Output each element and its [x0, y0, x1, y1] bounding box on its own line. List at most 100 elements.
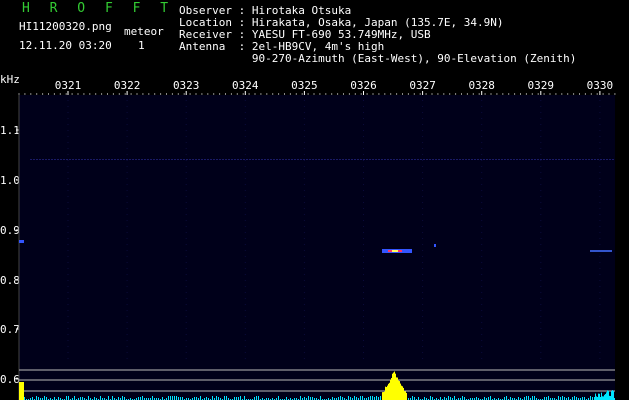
grid-dot	[67, 256, 69, 257]
carrier-trace	[297, 159, 299, 160]
carrier-trace	[321, 159, 323, 160]
carrier-trace	[480, 159, 482, 160]
carrier-trace	[585, 159, 587, 160]
noise-bar	[320, 396, 321, 400]
grid-dot	[599, 298, 601, 299]
grid-dot	[599, 190, 601, 191]
grid-dot	[422, 112, 424, 113]
grid-dot	[363, 154, 364, 155]
carrier-trace	[195, 159, 197, 160]
grid-dot	[244, 118, 246, 119]
carrier-trace	[33, 159, 35, 160]
carrier-trace	[135, 159, 137, 160]
grid-dot	[244, 256, 246, 257]
grid-dot	[126, 220, 128, 221]
noise-bar	[605, 393, 606, 400]
carrier-trace	[315, 159, 317, 160]
grid-dot	[363, 286, 364, 287]
grid-dot	[185, 250, 187, 251]
grid-dot	[422, 286, 424, 287]
carrier-trace	[171, 159, 173, 160]
carrier-trace	[303, 159, 305, 160]
grid-dot	[481, 226, 483, 227]
carrier-trace	[591, 159, 593, 160]
grid-dot	[540, 250, 542, 251]
grid-dot	[481, 292, 483, 293]
grid-dot	[422, 124, 424, 125]
carrier-trace	[390, 159, 392, 160]
noise-bar	[224, 396, 225, 400]
carrier-trace	[63, 159, 65, 160]
carrier-trace	[609, 159, 611, 160]
grid-dot	[244, 196, 246, 197]
signal-burst	[400, 383, 401, 400]
grid-dot	[481, 274, 483, 275]
grid-dot	[67, 304, 69, 305]
grid-dot	[481, 334, 483, 335]
grid-dot	[126, 322, 128, 323]
grid-dot	[303, 190, 305, 191]
grid-dot	[599, 310, 601, 311]
grid-dot	[363, 352, 364, 353]
carrier-trace	[333, 159, 335, 160]
grid-dot	[422, 238, 424, 239]
grid-dot	[244, 346, 246, 347]
grid-dot	[422, 250, 424, 251]
grid-dot	[126, 130, 128, 131]
grid-dot	[599, 124, 601, 125]
noise-bar	[172, 396, 173, 400]
grid-dot	[540, 238, 542, 239]
noise-bar	[612, 390, 613, 400]
grid-dot	[185, 316, 187, 317]
carrier-trace	[219, 159, 221, 160]
grid-dot	[67, 148, 69, 149]
grid-dot	[599, 280, 601, 281]
carrier-trace	[246, 159, 248, 160]
x-tick-label: 0327	[409, 79, 436, 92]
grid-dot	[185, 268, 187, 269]
carrier-trace	[120, 159, 122, 160]
grid-dot	[481, 142, 483, 143]
carrier-trace	[54, 159, 56, 160]
grid-dot	[540, 286, 542, 287]
carrier-trace	[306, 159, 308, 160]
grid-dot	[303, 280, 305, 281]
grid-dot	[185, 262, 187, 263]
grid-dot	[303, 334, 305, 335]
grid-dot	[363, 184, 364, 185]
carrier-trace	[165, 159, 167, 160]
carrier-trace	[414, 159, 416, 160]
grid-dot	[303, 358, 305, 359]
grid-dot	[422, 130, 424, 131]
grid-dot	[185, 136, 187, 137]
grid-dot	[126, 256, 128, 257]
carrier-trace	[360, 159, 362, 160]
noise-bar	[562, 396, 563, 400]
grid-dot	[185, 124, 187, 125]
noise-bar	[278, 396, 279, 400]
carrier-trace	[225, 159, 227, 160]
carrier-trace	[471, 159, 473, 160]
grid-dot	[303, 226, 305, 227]
grid-dot	[244, 292, 246, 293]
grid-dot	[185, 328, 187, 329]
grid-dot	[363, 160, 364, 161]
grid-dot	[303, 244, 305, 245]
carrier-trace	[150, 159, 152, 160]
carrier-trace	[258, 159, 260, 160]
grid-dot	[67, 346, 69, 347]
noise-bar	[448, 396, 449, 400]
carrier-trace	[144, 159, 146, 160]
carrier-trace	[264, 159, 266, 160]
grid-dot	[422, 118, 424, 119]
grid-dot	[185, 118, 187, 119]
carrier-trace	[477, 159, 479, 160]
carrier-trace	[342, 159, 344, 160]
x-tick-label: 0323	[173, 79, 200, 92]
carrier-trace	[270, 159, 272, 160]
grid-dot	[126, 154, 128, 155]
grid-dot	[67, 160, 69, 161]
grid-dot	[363, 178, 364, 179]
carrier-trace	[330, 159, 332, 160]
grid-dot	[303, 106, 305, 107]
